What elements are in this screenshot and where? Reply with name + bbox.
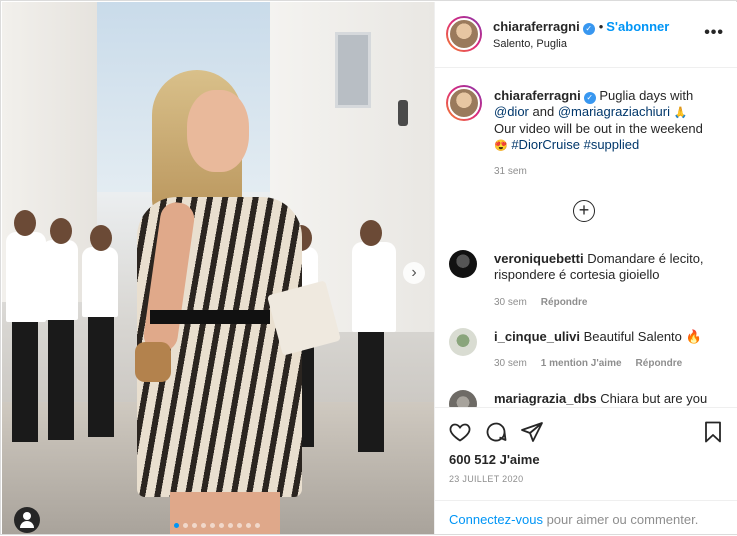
reply-button[interactable]: Répondre — [636, 358, 683, 369]
caption-part2: Our video will be out in the weekend — [494, 121, 703, 136]
comment-text: veroniquebetti Domandare é lecito, rispo… — [494, 251, 730, 283]
caption-and: and — [532, 104, 555, 119]
caption-time[interactable]: 31 sem — [494, 166, 527, 177]
post-header: chiaraferragni ✓ • S'abonner Salento, Pugli… — [435, 2, 737, 68]
avatar[interactable] — [449, 250, 477, 278]
separator-dot: • — [598, 19, 604, 34]
chevron-right-icon[interactable]: › — [403, 262, 425, 284]
avatar[interactable] — [446, 16, 482, 52]
comment-time[interactable]: 30 sem — [494, 297, 527, 308]
caption-text: chiaraferragni ✓ Puglia days with @dior a… — [494, 88, 726, 154]
band-member — [6, 210, 46, 442]
login-prompt: Connectez-vous pour aimer ou commenter. — [435, 500, 737, 536]
hashtag-diorcruise[interactable]: #DiorCruise — [511, 137, 580, 152]
comment-text: i_cinque_ulivi Beautiful Salento 🔥 — [494, 329, 730, 345]
carousel-dot — [237, 523, 242, 528]
verified-badge-icon: ✓ — [583, 92, 596, 104]
share-icon[interactable] — [520, 420, 544, 444]
bookmark-icon[interactable] — [701, 420, 725, 444]
likes-count[interactable]: 600 512 J'aime — [449, 452, 540, 467]
comments-list[interactable]: veroniquebetti Domandare é lecito, rispo… — [435, 242, 737, 407]
comment-username[interactable]: i_cinque_ulivi — [494, 329, 580, 344]
more-options-icon[interactable]: ••• — [704, 24, 724, 42]
comment-time[interactable]: 30 sem — [494, 358, 527, 369]
add-circle-icon[interactable]: + — [573, 200, 595, 222]
caption-username[interactable]: chiaraferragni — [494, 88, 581, 103]
carousel-dot — [255, 523, 260, 528]
reply-button[interactable]: Répondre — [541, 297, 588, 308]
belt — [150, 310, 270, 324]
caption-part1: Puglia days with — [599, 88, 694, 103]
carousel-dot — [210, 523, 215, 528]
comment-meta: 30 sem Répondre — [494, 297, 601, 308]
heart-icon[interactable] — [448, 420, 472, 444]
location-link[interactable]: Salento, Puglia — [493, 38, 567, 50]
username-link[interactable]: chiaraferragni — [493, 19, 580, 34]
carousel-dot — [219, 523, 224, 528]
window-shutter — [335, 32, 371, 108]
comment-body: Chiara but are you — [600, 391, 708, 406]
login-text: Connectez-vous pour aimer ou commenter. — [449, 512, 698, 527]
comment-icon[interactable] — [484, 420, 508, 444]
tagged-user-icon[interactable] — [14, 507, 40, 533]
band-member — [82, 225, 118, 437]
post-dialog: › chiaraferragni ✓ • S'abonner Salento, Pug… — [0, 0, 737, 535]
comment-username[interactable]: mariagrazia_dbs — [494, 391, 597, 406]
avatar[interactable] — [446, 85, 482, 121]
carousel-dot — [228, 523, 233, 528]
verified-badge-icon: ✓ — [582, 23, 595, 35]
carousel-dot — [246, 523, 251, 528]
comment-body: Beautiful Salento 🔥 — [583, 329, 702, 344]
carousel-dot — [174, 523, 179, 528]
comment-text: mariagrazia_dbs Chiara but are you — [494, 391, 730, 407]
post-actions: 600 512 J'aime 23 JUILLET 2020 Connectez… — [435, 407, 737, 535]
band-member — [352, 220, 396, 452]
praying-hands-icon: 🙏 — [673, 107, 688, 119]
login-rest: pour aimer ou commenter. — [546, 512, 699, 527]
post-photo[interactable]: › — [2, 2, 434, 534]
login-link[interactable]: Connectez-vous — [449, 512, 543, 527]
mention-mariagraziachiuri[interactable]: @mariagraziachiuri — [558, 104, 670, 119]
post-date[interactable]: 23 JUILLET 2020 — [449, 474, 523, 484]
avatar[interactable] — [449, 390, 477, 407]
heart-eyes-icon: 😍 — [494, 140, 508, 152]
avatar[interactable] — [449, 328, 477, 356]
band-member — [42, 218, 78, 440]
comment-likes[interactable]: 1 mention J'aime — [541, 358, 622, 369]
carousel-dot — [201, 523, 206, 528]
follow-button[interactable]: S'abonner — [606, 19, 669, 34]
street-lamp — [398, 100, 408, 126]
carousel-dot — [183, 523, 188, 528]
handbag — [135, 342, 171, 382]
header-user-line: chiaraferragni ✓ • S'abonner — [493, 19, 669, 35]
mention-dior[interactable]: @dior — [494, 104, 529, 119]
comment-username[interactable]: veroniquebetti — [494, 251, 584, 266]
woman-face — [187, 90, 249, 172]
comment-meta: 30 sem 1 mention J'aime Répondre — [494, 358, 696, 369]
post-side-panel: chiaraferragni ✓ • S'abonner Salento, Pugli… — [434, 2, 737, 534]
carousel-dot — [192, 523, 197, 528]
carousel-dots — [174, 523, 260, 528]
hashtag-supplied[interactable]: #supplied — [584, 137, 640, 152]
